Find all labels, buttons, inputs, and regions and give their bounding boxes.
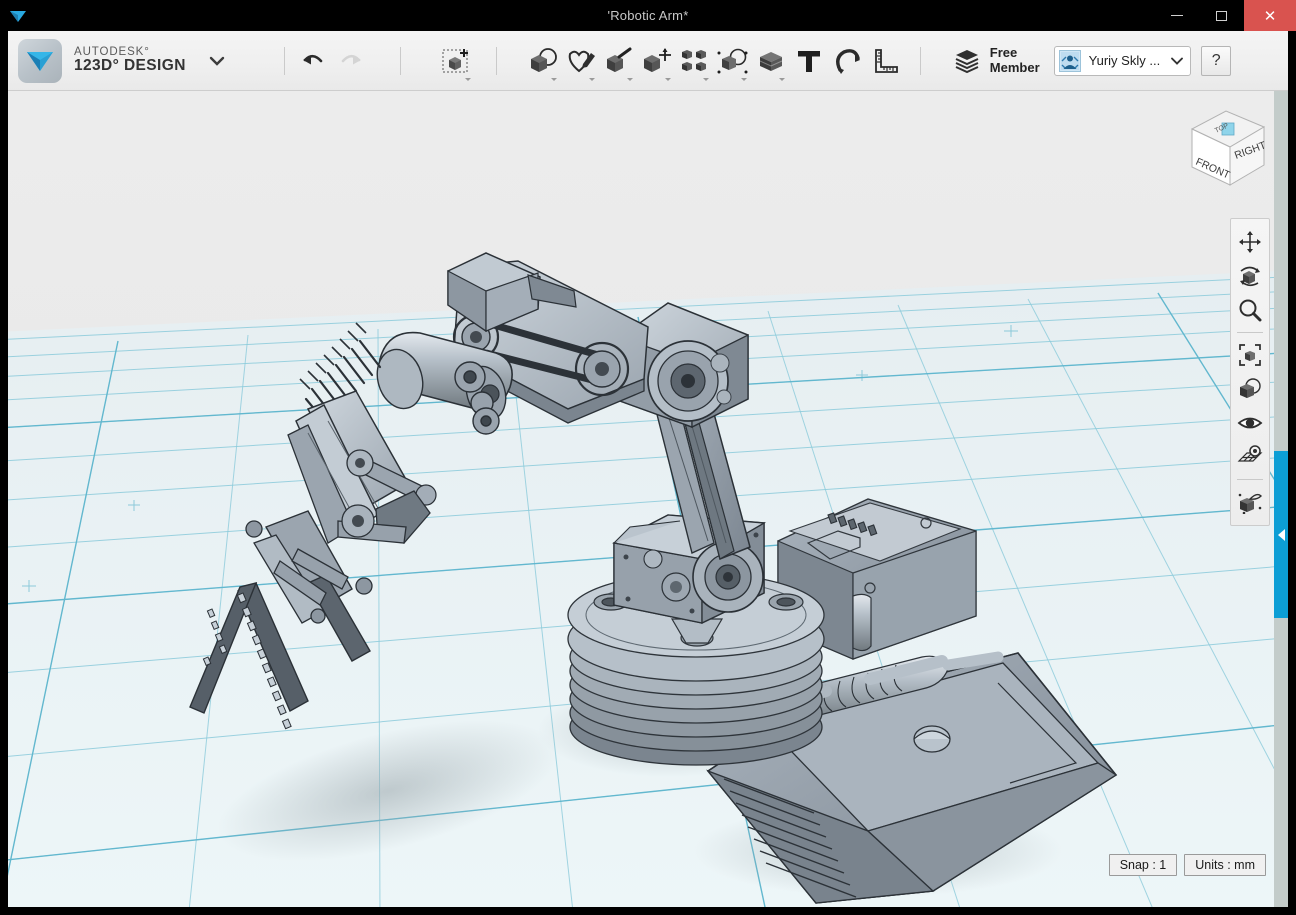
- window-controls: ✕: [1154, 0, 1296, 31]
- cube-extrude-icon: [602, 46, 636, 76]
- brand-text: AUTODESK° 123D° DESIGN: [74, 46, 186, 74]
- nav-visibility[interactable]: [1234, 407, 1266, 439]
- close-button[interactable]: ✕: [1244, 0, 1296, 31]
- tool-caret: [589, 78, 595, 81]
- tool-snap[interactable]: [828, 39, 866, 83]
- tool-sketch[interactable]: [562, 39, 600, 83]
- redo-button[interactable]: [332, 39, 370, 83]
- tool-primitives[interactable]: [524, 39, 562, 83]
- stack-layers-icon: [952, 47, 982, 75]
- units-status[interactable]: Units : mm: [1184, 854, 1266, 876]
- redo-arrow-icon: [338, 50, 364, 72]
- membership-label: Free Member: [990, 46, 1040, 76]
- fit-to-view-icon: [1238, 343, 1262, 367]
- nav-fit[interactable]: [1234, 339, 1266, 371]
- toolbar-divider-4: [920, 47, 921, 75]
- cube-axis-icon: [640, 46, 674, 76]
- membership-line-1: Free: [990, 46, 1040, 61]
- tools-group: [524, 39, 904, 83]
- membership-button[interactable]: Free Member: [952, 46, 1040, 76]
- window-frame-bottom: [0, 907, 1296, 915]
- undo-arrow-icon: [300, 50, 326, 72]
- tool-text[interactable]: [790, 39, 828, 83]
- history-group: [294, 39, 370, 83]
- tool-combine[interactable]: [752, 39, 790, 83]
- nav-material[interactable]: [1234, 486, 1266, 518]
- tool-construct[interactable]: [600, 39, 638, 83]
- text-t-icon: [794, 46, 824, 76]
- window-frame-left: [0, 31, 8, 915]
- grid-settings-icon: [1237, 445, 1263, 469]
- account-dropdown[interactable]: Yuriy Skly ...: [1054, 46, 1192, 76]
- nav-orbit[interactable]: [1234, 260, 1266, 292]
- nav-zoom[interactable]: [1234, 294, 1266, 326]
- nav-separator-1: [1237, 332, 1263, 333]
- membership-line-2: Member: [990, 61, 1040, 76]
- triangle-left-icon: [1278, 529, 1285, 541]
- magnet-icon: [831, 46, 863, 76]
- navigation-toolbar: [1230, 218, 1270, 526]
- tool-caret: [779, 78, 785, 81]
- maximize-button[interactable]: [1199, 0, 1244, 31]
- tool-pattern[interactable]: [676, 39, 714, 83]
- four-cubes-icon: [678, 46, 712, 76]
- tool-transform[interactable]: [438, 39, 476, 83]
- magnifier-icon: [1238, 298, 1262, 322]
- minimize-button[interactable]: [1154, 0, 1199, 31]
- snap-status[interactable]: Snap : 1: [1109, 854, 1178, 876]
- tool-grouping[interactable]: [714, 39, 752, 83]
- toolbar-divider-3: [496, 47, 497, 75]
- toolbar-divider: [284, 47, 285, 75]
- brand-block: AUTODESK° 123D° DESIGN: [18, 39, 226, 83]
- tool-caret: [665, 78, 671, 81]
- tool-caret: [627, 78, 633, 81]
- transform-group: [438, 39, 476, 83]
- material-cube-icon: [1237, 490, 1263, 514]
- cube-group-icon: [716, 46, 750, 76]
- tool-measure[interactable]: [866, 39, 904, 83]
- tool-caret: [465, 78, 471, 81]
- tool-caret: [551, 78, 557, 81]
- tool-caret: [703, 78, 709, 81]
- status-bar: Snap : 1 Units : mm: [1109, 854, 1266, 876]
- chevron-down-icon: [1170, 56, 1184, 66]
- main-toolbar: AUTODESK° 123D° DESIGN: [8, 31, 1288, 91]
- user-avatar-icon: [1059, 50, 1081, 72]
- account-name: Yuriy Skly ...: [1089, 53, 1161, 68]
- title-bar: 'Robotic Arm* ✕: [0, 0, 1296, 31]
- tool-caret: [741, 78, 747, 81]
- toolbar-divider-2: [400, 47, 401, 75]
- chevron-down-icon: [208, 55, 226, 67]
- viewport-canvas[interactable]: TOP FRONT RIGHT: [8, 91, 1288, 907]
- window-title: 'Robotic Arm*: [0, 0, 1296, 31]
- undo-button[interactable]: [294, 39, 332, 83]
- app-menu-button[interactable]: [208, 55, 226, 67]
- autodesk-logo-icon: [18, 39, 62, 83]
- cube-sphere-icon: [526, 46, 560, 76]
- pan-arrows-icon: [1238, 230, 1262, 254]
- eye-icon: [1237, 413, 1263, 433]
- nav-pan[interactable]: [1234, 226, 1266, 258]
- nav-separator-2: [1237, 479, 1263, 480]
- cube-stack-icon: [754, 46, 788, 76]
- shaded-cube-icon: [1237, 377, 1263, 401]
- scene-3d: [8, 91, 1288, 907]
- brand-line-2: 123D° DESIGN: [74, 58, 186, 74]
- window-frame-right: [1288, 31, 1296, 915]
- cube-move-icon: [441, 46, 473, 76]
- tool-modify[interactable]: [638, 39, 676, 83]
- orbit-cube-icon: [1237, 264, 1263, 288]
- view-cube[interactable]: TOP FRONT RIGHT: [1178, 103, 1274, 195]
- ruler-icon: [870, 46, 900, 76]
- sketch-pencil-icon: [564, 46, 598, 76]
- help-button[interactable]: ?: [1201, 46, 1231, 76]
- panel-expander-tab[interactable]: [1274, 451, 1288, 618]
- nav-grid[interactable]: [1234, 441, 1266, 473]
- nav-shaded[interactable]: [1234, 373, 1266, 405]
